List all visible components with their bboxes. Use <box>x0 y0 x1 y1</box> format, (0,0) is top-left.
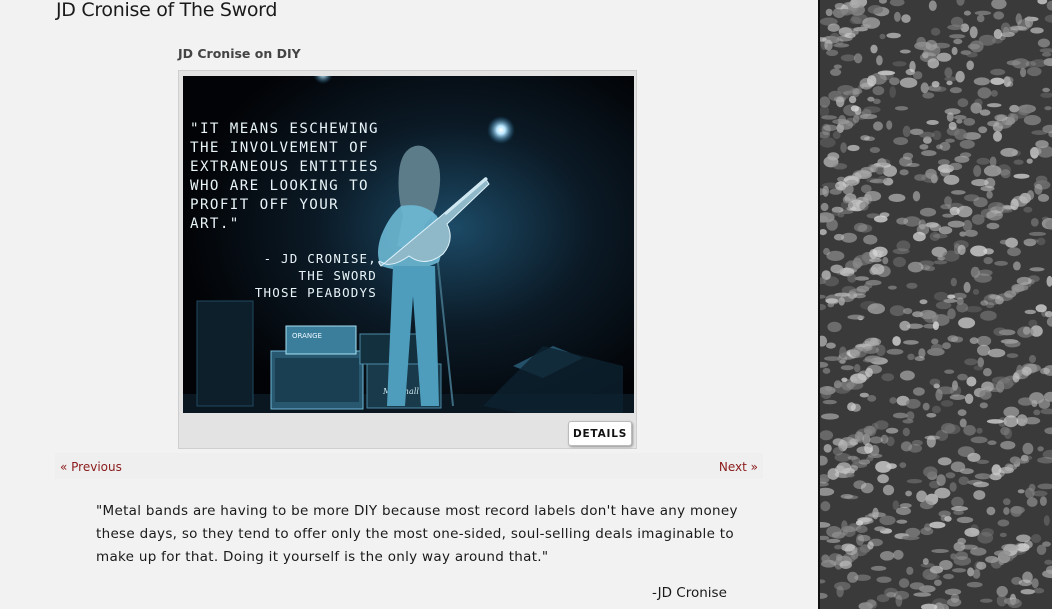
next-link[interactable]: Next » <box>719 460 758 474</box>
gallery-caption: JD Cronise on DIY <box>178 46 301 61</box>
leather-texture-background <box>818 0 1052 609</box>
image-quote-text: "IT MEANS ESCHEWING THE INVOLVEMENT OF E… <box>190 121 379 232</box>
quote-text: "Metal bands are having to be more DIY b… <box>96 503 738 565</box>
amp-brand-orange: ORANGE <box>292 332 322 340</box>
details-button[interactable]: DETAILS <box>568 421 632 446</box>
gallery-frame: ORANGE Marshall "IT MEANS ESCHEWING <box>178 70 637 449</box>
post-title: JD Cronise of The Sword <box>56 0 278 21</box>
image-attribution-text: - JD CRONISE, THE SWORD THOSE PEABODYS <box>254 251 377 300</box>
main-content: JD Cronise of The Sword JD Cronise on DI… <box>0 0 818 609</box>
concert-photo[interactable]: ORANGE Marshall "IT MEANS ESCHEWING <box>183 76 634 413</box>
texture-art <box>820 0 1052 609</box>
gallery-pager: « Previous Next » <box>55 453 763 479</box>
previous-link[interactable]: « Previous <box>60 460 122 474</box>
quote-author: -JD Cronise <box>652 585 727 601</box>
